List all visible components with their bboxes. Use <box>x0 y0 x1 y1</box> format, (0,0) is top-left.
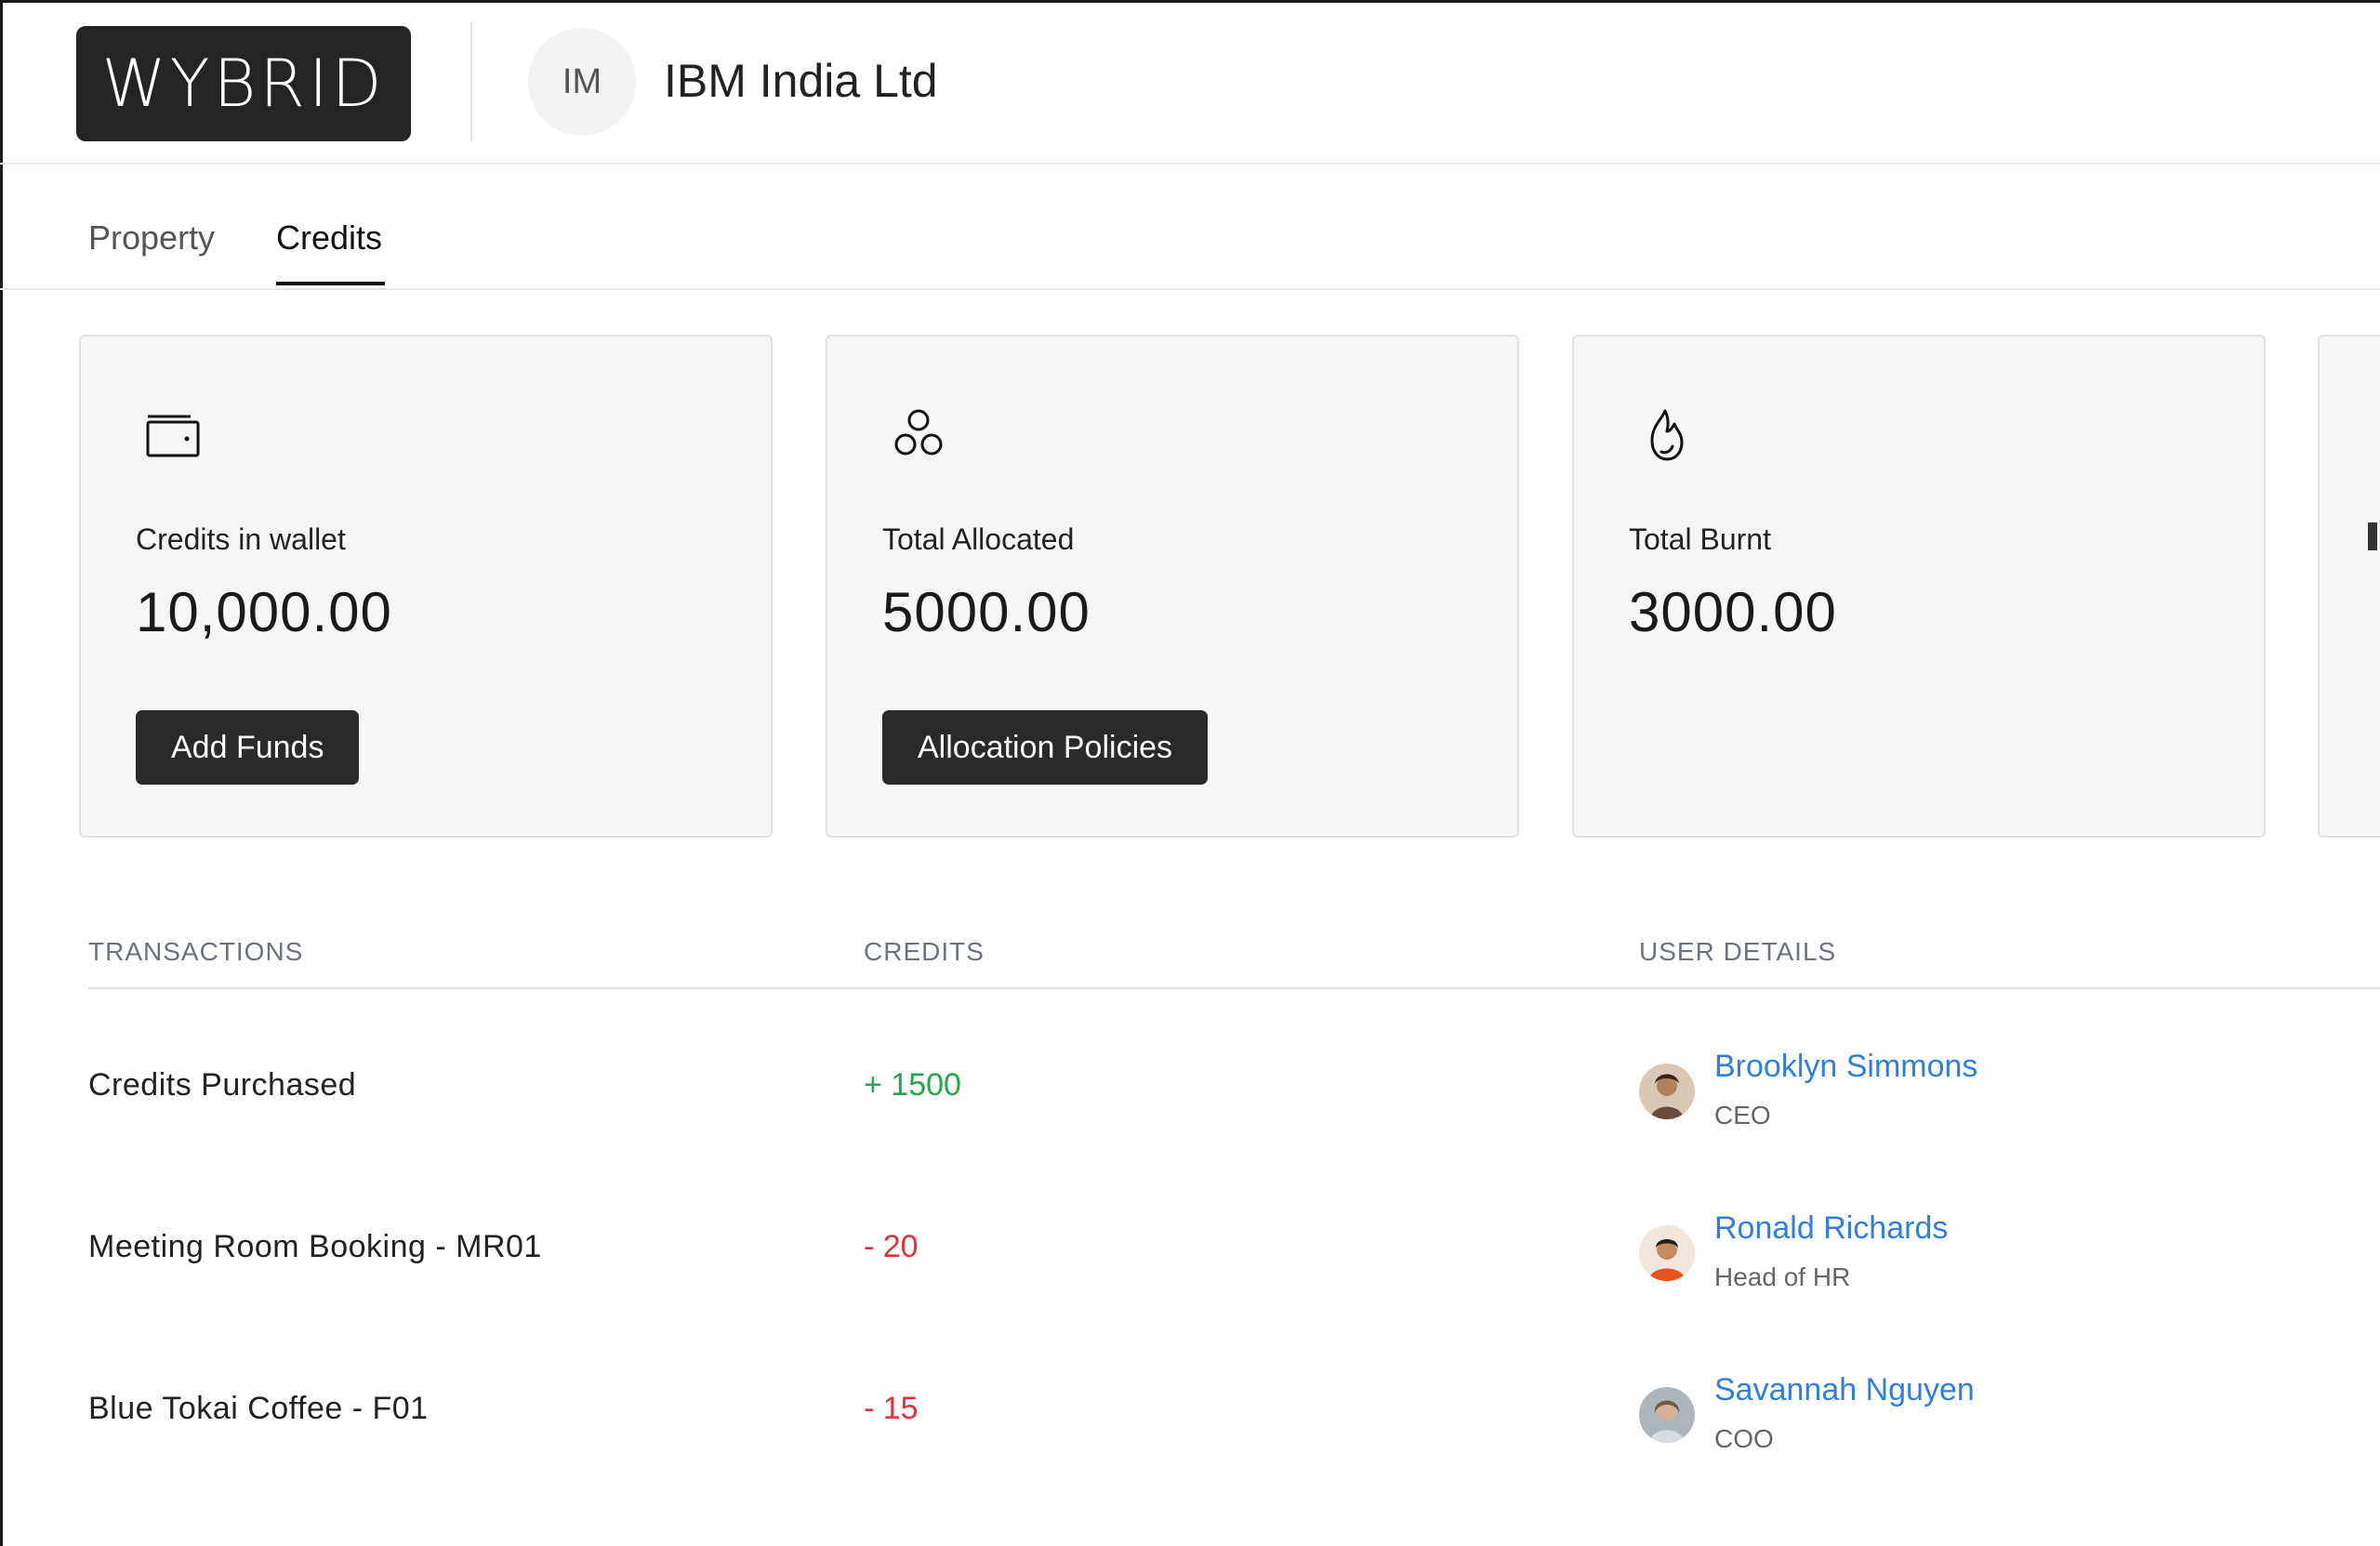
wallet-icon <box>146 415 200 457</box>
total-burnt-card: Total Burnt 3000.00 <box>1572 335 2266 838</box>
user-role: Head of HR <box>1714 1262 1851 1291</box>
transactions-table-header: TRANSACTIONS CREDITS USER DETAILS <box>88 930 2380 989</box>
avatar <box>1639 1225 1695 1281</box>
partial-card <box>2318 335 2380 838</box>
user-role: COO <box>1714 1424 1774 1453</box>
logo-text: WYBRID <box>101 46 386 122</box>
company-name: IBM India Ltd <box>664 55 938 107</box>
circles-icon <box>894 409 943 456</box>
transaction-cell: Blue Tokai Coffee - F01 <box>88 1391 429 1426</box>
column-header-transactions: TRANSACTIONS <box>88 937 304 966</box>
table-row: Credits Purchased + 1500 Brooklyn Simmon… <box>88 1011 2380 1173</box>
total-allocated-card: Total Allocated 5000.00 Allocation Polic… <box>826 335 1519 838</box>
total-allocated-label: Total Allocated <box>882 522 1075 556</box>
active-tab-indicator <box>276 282 385 285</box>
user-name-link[interactable]: Savannah Nguyen <box>1714 1372 1975 1408</box>
allocation-policies-button[interactable]: Allocation Policies <box>882 710 1209 785</box>
avatar <box>1639 1064 1695 1119</box>
table-row: Blue Tokai Coffee - F01 - 15 Savannah Ng… <box>88 1335 2380 1497</box>
company-initials: IM <box>562 61 602 101</box>
credits-cell: + 1500 <box>864 1067 961 1103</box>
user-name-link[interactable]: Ronald Richards <box>1714 1210 1948 1247</box>
credits-wallet-card: Credits in wallet 10,000.00 Add Funds <box>79 335 773 838</box>
total-burnt-label: Total Burnt <box>1629 522 1771 556</box>
credits-wallet-value: 10,000.00 <box>136 581 392 643</box>
credits-wallet-label: Credits in wallet <box>136 522 346 556</box>
brand-logo[interactable]: WYBRID <box>76 26 411 141</box>
table-row: Meeting Room Booking - MR01 - 20 Ronald … <box>88 1173 2380 1335</box>
user-role: CEO <box>1714 1101 1771 1130</box>
transaction-cell: Credits Purchased <box>88 1067 357 1103</box>
total-allocated-value: 5000.00 <box>882 581 1091 643</box>
column-header-user-details: USER DETAILS <box>1639 937 1837 966</box>
add-funds-button[interactable]: Add Funds <box>136 710 360 785</box>
transaction-cell: Meeting Room Booking - MR01 <box>88 1229 542 1264</box>
credits-cell: - 20 <box>864 1229 919 1264</box>
user-name-link[interactable]: Brooklyn Simmons <box>1714 1049 1977 1085</box>
company-avatar: IM <box>528 28 636 136</box>
header-divider <box>470 22 472 141</box>
tab-bar: Property Credits <box>0 165 2380 290</box>
partial-card-fragment <box>2368 522 2377 550</box>
column-header-credits: CREDITS <box>864 937 985 966</box>
credits-cell: - 15 <box>864 1391 919 1426</box>
avatar <box>1639 1387 1695 1443</box>
app-header: WYBRID IM IBM India Ltd <box>0 0 2380 165</box>
flame-icon <box>1650 409 1684 461</box>
tab-property[interactable]: Property <box>88 218 215 258</box>
tab-credits[interactable]: Credits <box>276 218 382 258</box>
total-burnt-value: 3000.00 <box>1629 581 1837 643</box>
